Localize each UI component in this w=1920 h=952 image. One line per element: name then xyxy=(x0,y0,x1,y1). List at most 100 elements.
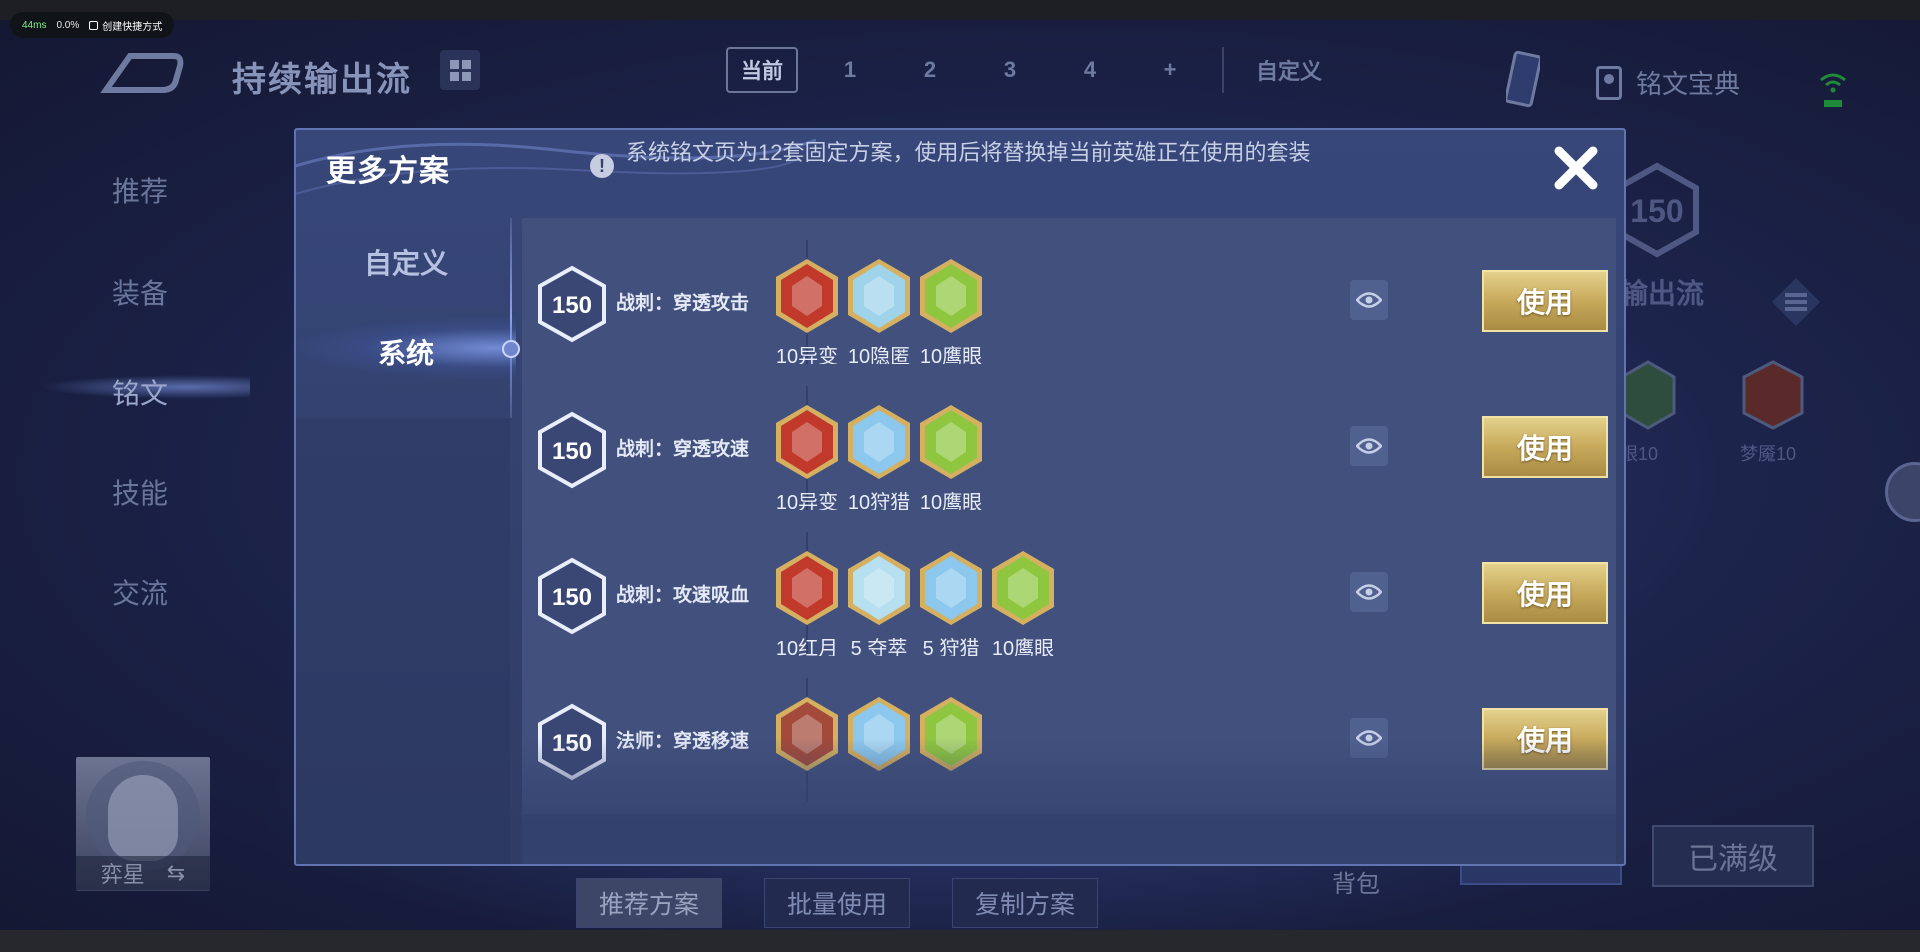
inscription-panel: 150 输出流 眼10 梦魇10 xyxy=(1590,160,1920,560)
tab-system-plans[interactable]: 系统 xyxy=(296,332,516,372)
close-icon xyxy=(1554,146,1598,190)
inscription-gem-icon xyxy=(992,551,1054,625)
inscription-gem-icon xyxy=(776,551,838,625)
game-screen: 持续输出流 当前 1 2 3 4 + 自定义 铭文宝典 推荐 装备 铭文 技能 … xyxy=(0,20,1920,930)
level-badge: 150 xyxy=(1615,162,1699,258)
hawkeye-gem-icon xyxy=(1620,360,1676,430)
card-icon[interactable] xyxy=(1506,50,1540,110)
nav-recommend[interactable]: 推荐 xyxy=(112,170,168,210)
svg-text:150: 150 xyxy=(1630,193,1683,229)
grid-menu-button[interactable] xyxy=(440,50,480,90)
eye-icon xyxy=(1356,292,1382,308)
plan-list: 150 战刺：穿透攻击 10异变 10隐匿 10鹰眼 使用 150 战刺：穿透攻速 10异变 10… xyxy=(522,218,1616,864)
plan-row: 150 战刺：穿透攻速 10异变 10狩猎 10鹰眼 使用 xyxy=(522,364,1616,528)
tab-4[interactable]: 4 xyxy=(1062,47,1118,93)
nav-community[interactable]: 交流 xyxy=(112,572,168,612)
eye-icon xyxy=(1356,584,1382,600)
inscription-gem-icon xyxy=(848,551,910,625)
create-shortcut-label: 创建快捷方式 xyxy=(102,21,163,33)
plan-row: 150 战刺：穿透攻击 10异变 10隐匿 10鹰眼 使用 xyxy=(522,218,1616,382)
dialog-title: 更多方案 xyxy=(326,155,450,188)
bottom-buttons: 推荐方案 批量使用 复制方案 xyxy=(576,878,1099,928)
inscription-gem-icon xyxy=(920,259,982,333)
menu-icon[interactable] xyxy=(1770,276,1822,328)
eye-icon xyxy=(1356,730,1382,746)
eye-icon xyxy=(1356,438,1382,454)
nav-equipment[interactable]: 装备 xyxy=(112,272,168,312)
bottom-bar xyxy=(0,930,1920,952)
tab-custom[interactable]: 自定义 xyxy=(1222,47,1332,93)
plan-title: 输出流 xyxy=(1620,278,1705,309)
plan-name: 法师：穿透移速 xyxy=(616,731,750,752)
top-bar xyxy=(0,0,1920,20)
dialog-notice: 系统铭文页为12套固定方案，使用后将替换掉当前英雄正在使用的套装 xyxy=(626,140,1311,165)
nightmare-gem-icon xyxy=(1742,360,1804,430)
plan-category-tabs: 自定义 系统 xyxy=(296,218,520,864)
hero-switch-button[interactable]: 弈星 ⇆ xyxy=(76,856,210,890)
inscription-gem-icon xyxy=(776,697,838,771)
plan-name: 战刺：穿透攻速 xyxy=(616,439,750,460)
inscription-gem-icon xyxy=(848,405,910,479)
cpu-usage: 0.0% xyxy=(56,19,80,31)
page-title: 持续输出流 xyxy=(232,61,412,99)
performance-overlay: 44ms 0.0% 创建快捷方式 xyxy=(10,12,175,38)
avatar-face xyxy=(108,775,178,861)
svg-text:150: 150 xyxy=(552,438,592,465)
shortcut-icon xyxy=(89,20,99,30)
tab-2[interactable]: 2 xyxy=(902,47,958,93)
preview-button[interactable] xyxy=(1350,572,1388,612)
codex-icon xyxy=(1596,65,1622,100)
hero-name: 弈星 xyxy=(100,862,145,887)
preview-button[interactable] xyxy=(1350,280,1388,320)
recommended-plan-button[interactable]: 推荐方案 xyxy=(576,878,723,928)
bag-label[interactable]: 背包 xyxy=(1332,864,1380,899)
inscription-gem-icon xyxy=(920,551,982,625)
use-button[interactable]: 使用 xyxy=(1482,562,1608,624)
frame-time: 44ms xyxy=(22,19,47,31)
info-icon: ! xyxy=(590,154,614,178)
back-icon[interactable] xyxy=(100,50,184,94)
svg-text:150: 150 xyxy=(552,292,592,319)
maxed-level-button: 已满级 xyxy=(1652,825,1814,887)
preview-button[interactable] xyxy=(1350,426,1388,466)
gem-label-2: 梦魇10 xyxy=(1740,444,1797,464)
codex-label: 铭文宝典 xyxy=(1636,69,1741,99)
tab-panel-background xyxy=(296,418,510,864)
level-badge: 150 xyxy=(538,703,606,781)
inscription-codex-button[interactable]: 铭文宝典 xyxy=(1596,64,1740,101)
inscription-gem-icon xyxy=(776,259,838,333)
nav-skills[interactable]: 技能 xyxy=(112,472,168,512)
tab-current[interactable]: 当前 xyxy=(726,47,798,93)
plan-tabs: 当前 1 2 3 4 + 自定义 xyxy=(726,47,1332,93)
use-button[interactable]: 使用 xyxy=(1482,708,1608,770)
inscription-gem-icon xyxy=(920,405,982,479)
more-plans-dialog: 更多方案 ! 系统铭文页为12套固定方案，使用后将替换掉当前英雄正在使用的套装 … xyxy=(294,128,1626,866)
active-tab-indicator xyxy=(502,340,520,358)
batch-use-button[interactable]: 批量使用 xyxy=(764,878,911,928)
use-button[interactable]: 使用 xyxy=(1482,416,1608,478)
inscription-gem-icon xyxy=(848,259,910,333)
svg-text:150: 150 xyxy=(552,730,592,757)
inscription-gem-icon xyxy=(920,697,982,771)
close-button[interactable] xyxy=(1548,140,1604,196)
tab-add[interactable]: + xyxy=(1142,47,1198,93)
nav-inscription[interactable]: 铭文 xyxy=(112,372,168,412)
copy-plan-button[interactable]: 复制方案 xyxy=(952,878,1099,928)
tab-custom-plans[interactable]: 自定义 xyxy=(296,242,516,282)
tab-3[interactable]: 3 xyxy=(982,47,1038,93)
svg-text:150: 150 xyxy=(552,584,592,611)
level-badge: 150 xyxy=(538,557,606,635)
level-badge: 150 xyxy=(538,265,606,343)
plan-row: 150 战刺：攻速吸血 10红月 5 夺萃 5 狩猎 10鹰眼 使用 xyxy=(522,510,1616,674)
swap-icon: ⇆ xyxy=(166,860,186,885)
plan-row: 150 法师：穿透移速 使用 xyxy=(522,656,1616,820)
wifi-icon xyxy=(1820,73,1846,107)
preview-button[interactable] xyxy=(1350,718,1388,758)
plan-name: 战刺：穿透攻击 xyxy=(616,293,750,314)
create-shortcut-button[interactable]: 创建快捷方式 xyxy=(89,18,162,33)
use-button[interactable]: 使用 xyxy=(1482,270,1608,332)
level-badge: 150 xyxy=(538,411,606,489)
tab-1[interactable]: 1 xyxy=(822,47,878,93)
plan-name: 战刺：攻速吸血 xyxy=(616,585,750,606)
inscription-gem-icon xyxy=(848,697,910,771)
